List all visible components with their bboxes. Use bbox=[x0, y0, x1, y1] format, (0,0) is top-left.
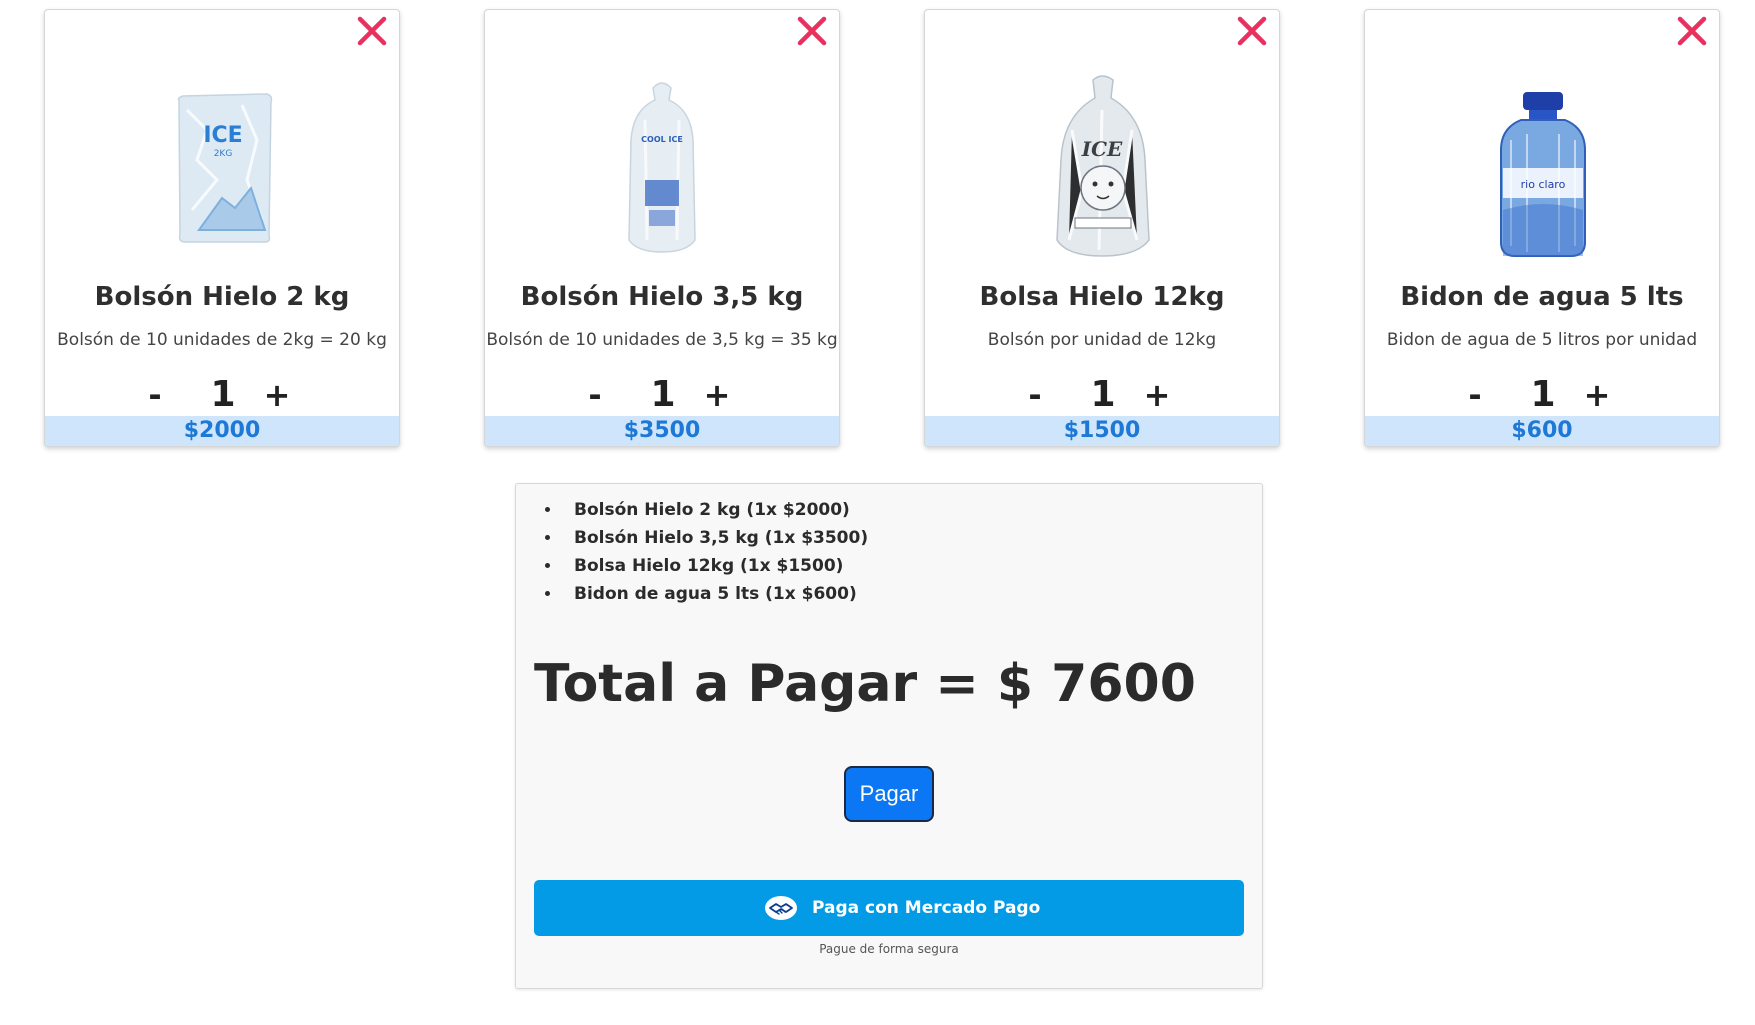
mercado-pago-button[interactable]: Paga con Mercado Pago bbox=[534, 880, 1244, 936]
remove-product-button[interactable] bbox=[355, 14, 389, 48]
decrease-quantity-button[interactable]: - bbox=[575, 370, 615, 420]
decrease-quantity-button[interactable]: - bbox=[1015, 370, 1055, 420]
order-summary-panel: Bolsón Hielo 2 kg (1x $2000) Bolsón Hiel… bbox=[515, 483, 1263, 989]
ice-bag-label: ICE bbox=[203, 123, 242, 148]
quantity-stepper: - 1 + bbox=[1365, 370, 1719, 420]
product-description: Bolsón por unidad de 12kg bbox=[987, 330, 1217, 350]
quantity-value: 1 bbox=[1090, 374, 1116, 415]
ice-bag-2kg-icon: ICE 2KG bbox=[177, 93, 273, 243]
product-card: ICE 2KG Bolsón Hielo 2 kg Bolsón de 10 u… bbox=[44, 9, 400, 447]
increase-quantity-button[interactable]: + bbox=[1577, 370, 1617, 420]
increase-quantity-button[interactable]: + bbox=[1137, 370, 1177, 420]
product-card: COOL ICE Bolsón Hielo 3,5 kg Bolsón de 1… bbox=[484, 9, 840, 447]
product-image: COOL ICE bbox=[587, 70, 737, 270]
pay-button[interactable]: Pagar bbox=[844, 766, 934, 822]
quantity-value: 1 bbox=[1530, 374, 1556, 415]
ice-bag-3-5kg-icon: COOL ICE bbox=[628, 82, 696, 253]
product-image: rio claro bbox=[1467, 70, 1617, 270]
quantity-stepper: - 1 + bbox=[45, 370, 399, 420]
cart-item: Bidon de agua 5 lts (1x $600) bbox=[562, 580, 868, 608]
remove-product-button[interactable] bbox=[1235, 14, 1269, 48]
mercado-pago-label: Paga con Mercado Pago bbox=[812, 898, 1041, 918]
remove-product-button[interactable] bbox=[795, 14, 829, 48]
product-image: ICE 2KG bbox=[147, 70, 297, 270]
quantity-stepper: - 1 + bbox=[485, 370, 839, 420]
handshake-icon bbox=[765, 896, 797, 920]
remove-product-button[interactable] bbox=[1675, 14, 1709, 48]
ice-bag-12kg-icon: ICE bbox=[1056, 75, 1150, 257]
product-price: $600 bbox=[1365, 416, 1719, 446]
quantity-value: 1 bbox=[650, 374, 676, 415]
product-price: $1500 bbox=[925, 416, 1279, 446]
close-icon bbox=[357, 16, 387, 46]
close-icon bbox=[1677, 16, 1707, 46]
total-to-pay: Total a Pagar = $ 7600 bbox=[534, 654, 1196, 714]
increase-quantity-button[interactable]: + bbox=[257, 370, 297, 420]
ice-bag-label: COOL ICE bbox=[641, 135, 683, 144]
ice-bag-sublabel: 2KG bbox=[214, 149, 233, 159]
close-icon bbox=[1237, 16, 1267, 46]
product-name: Bolsón Hielo 2 kg bbox=[94, 282, 350, 312]
product-name: Bolsa Hielo 12kg bbox=[979, 282, 1225, 312]
quantity-value: 1 bbox=[210, 374, 236, 415]
product-description: Bolsón de 10 unidades de 2kg = 20 kg bbox=[57, 330, 387, 350]
product-name: Bidon de agua 5 lts bbox=[1400, 282, 1684, 312]
decrease-quantity-button[interactable]: - bbox=[1455, 370, 1495, 420]
product-card: rio claro Bidon de agua 5 lts Bidon de a… bbox=[1364, 9, 1720, 447]
product-name: Bolsón Hielo 3,5 kg bbox=[520, 282, 804, 312]
cart-item: Bolsón Hielo 2 kg (1x $2000) bbox=[562, 496, 868, 524]
product-price: $3500 bbox=[485, 416, 839, 446]
decrease-quantity-button[interactable]: - bbox=[135, 370, 175, 420]
product-description: Bolsón de 10 unidades de 3,5 kg = 35 kg bbox=[486, 330, 838, 350]
product-grid: ICE 2KG Bolsón Hielo 2 kg Bolsón de 10 u… bbox=[44, 9, 1734, 449]
water-jug-icon: rio claro bbox=[1500, 92, 1586, 257]
cart-item: Bolsón Hielo 3,5 kg (1x $3500) bbox=[562, 524, 868, 552]
product-image: ICE bbox=[1027, 70, 1177, 270]
cart-items-list: Bolsón Hielo 2 kg (1x $2000) Bolsón Hiel… bbox=[544, 496, 868, 608]
cart-item: Bolsa Hielo 12kg (1x $1500) bbox=[562, 552, 868, 580]
product-description: Bidon de agua de 5 litros por unidad bbox=[1386, 330, 1698, 350]
close-icon bbox=[797, 16, 827, 46]
ice-bag-label: ICE bbox=[1081, 137, 1123, 161]
water-brand-label: rio claro bbox=[1521, 178, 1566, 191]
increase-quantity-button[interactable]: + bbox=[697, 370, 737, 420]
product-price: $2000 bbox=[45, 416, 399, 446]
product-card: ICE Bolsa Hielo 12kg Bolsón por unidad d… bbox=[924, 9, 1280, 447]
secure-payment-note: Pague de forma segura bbox=[819, 942, 959, 956]
quantity-stepper: - 1 + bbox=[925, 370, 1279, 420]
